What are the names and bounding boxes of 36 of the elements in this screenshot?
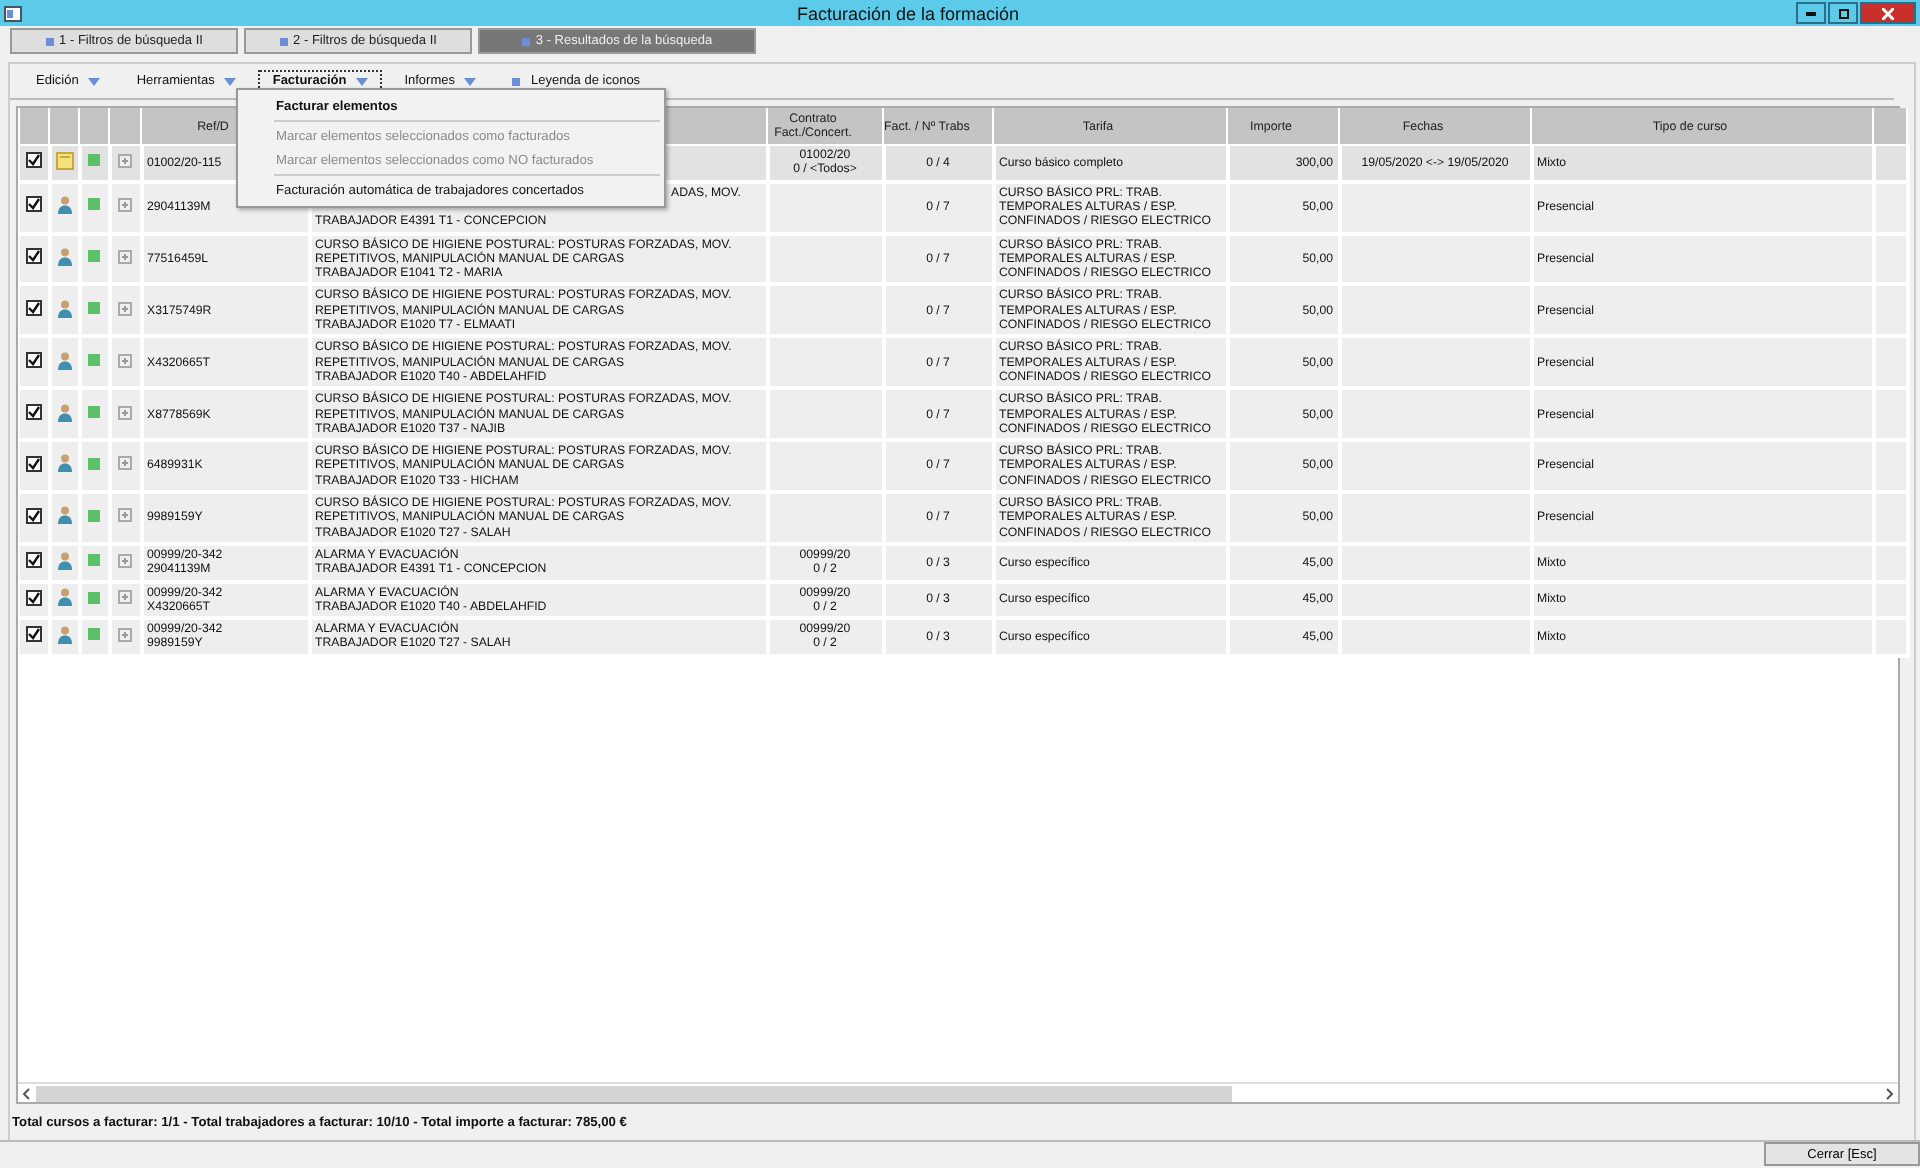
checkbox[interactable]: [25, 300, 41, 317]
caret-icon: [88, 77, 101, 85]
square-icon: [88, 591, 100, 604]
checkbox[interactable]: [25, 248, 41, 265]
checkbox[interactable]: [25, 196, 41, 213]
square-icon: [88, 406, 100, 419]
checkbox[interactable]: [25, 589, 41, 606]
checkbox[interactable]: [25, 507, 41, 524]
chevron-left-icon[interactable]: [18, 1085, 36, 1101]
minimize-button[interactable]: [1796, 2, 1826, 24]
checkbox[interactable]: [25, 352, 41, 369]
window-title: Facturación de la formación: [794, 3, 1022, 23]
horizontal-scrollbar[interactable]: [18, 1082, 1898, 1102]
square-icon: [88, 354, 100, 367]
square-icon: [88, 554, 100, 567]
close-button[interactable]: [1860, 2, 1916, 24]
square-icon: [88, 198, 100, 211]
checkbox[interactable]: [25, 552, 41, 569]
checkbox[interactable]: [25, 404, 41, 421]
close-icon: [1882, 7, 1894, 19]
minimize-icon: [1806, 11, 1816, 15]
square-icon: [88, 509, 100, 522]
checkbox[interactable]: [25, 626, 41, 643]
square-icon: [88, 250, 100, 263]
restore-button[interactable]: [1828, 2, 1858, 24]
checkbox[interactable]: [25, 152, 41, 169]
square-icon: [88, 302, 100, 315]
scrollbar-thumb[interactable]: [36, 1085, 1232, 1101]
caret-icon: [224, 77, 237, 85]
checkbox[interactable]: [25, 455, 41, 472]
app-icon: [4, 5, 22, 21]
restore-icon: [1837, 7, 1849, 19]
square-icon: [88, 154, 100, 167]
square-icon: [88, 457, 100, 470]
chevron-right-icon[interactable]: [1880, 1085, 1898, 1101]
square-icon: [88, 628, 100, 641]
